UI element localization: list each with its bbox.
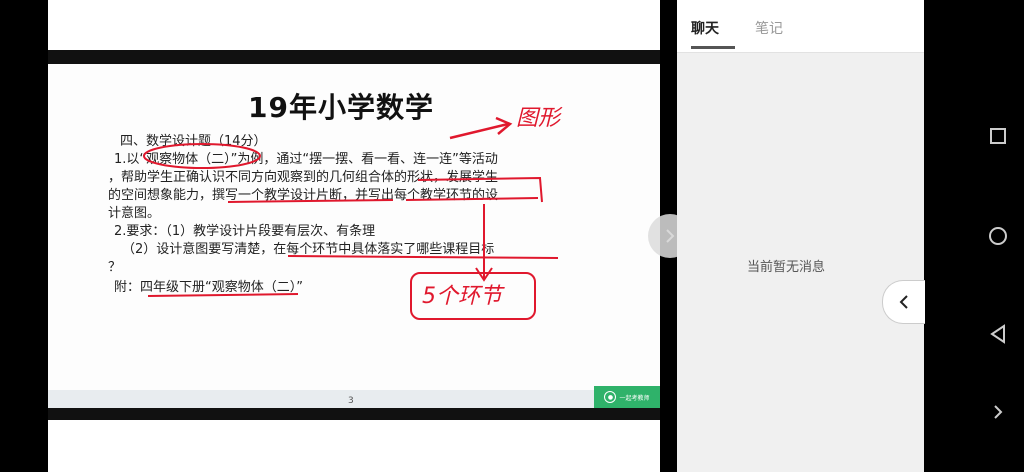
brand-logo: ● 一起考教师: [594, 386, 660, 408]
video-top-area: [48, 0, 660, 50]
video-bottom-area: [48, 420, 660, 472]
slide-footer: 3: [48, 390, 660, 408]
tab-notes[interactable]: 笔记: [755, 18, 783, 38]
chevron-right-icon: [666, 229, 675, 243]
logo-icon: ●: [604, 391, 617, 403]
recents-button[interactable]: [988, 126, 1008, 146]
square-icon: [990, 128, 1006, 144]
back-button[interactable]: [988, 324, 1008, 344]
circle-icon: [989, 227, 1007, 245]
chevron-right-icon: [994, 405, 1003, 419]
android-nav-bar: [972, 0, 1024, 472]
handwritten-underlines: [143, 143, 559, 297]
active-tab-indicator: [691, 46, 735, 49]
tab-chat[interactable]: 聊天: [691, 18, 719, 38]
home-button[interactable]: [988, 226, 1008, 246]
panel-tabs: 聊天 笔记: [677, 0, 924, 53]
logo-text: 一起考教师: [619, 394, 650, 402]
triangle-back-icon: [990, 324, 1005, 344]
chevron-left-icon: [899, 295, 908, 309]
empty-chat-message: 当前暂无消息: [747, 260, 826, 275]
video-letterbox-top: [48, 50, 660, 64]
side-panel: 聊天 笔记 当前暂无消息: [677, 0, 925, 472]
lecture-slide[interactable]: 19年小学数学 图形 四、数学设计题（14分） 1.以“观察物体（二）”为例，通…: [48, 64, 660, 408]
slide-page-number: 3: [348, 396, 354, 406]
collapse-panel-button[interactable]: [882, 280, 925, 324]
nav-expand-button[interactable]: [988, 402, 1008, 422]
handwritten-annotation-five-steps: 5个环节: [422, 284, 502, 309]
video-letterbox-bottom: [48, 408, 660, 420]
